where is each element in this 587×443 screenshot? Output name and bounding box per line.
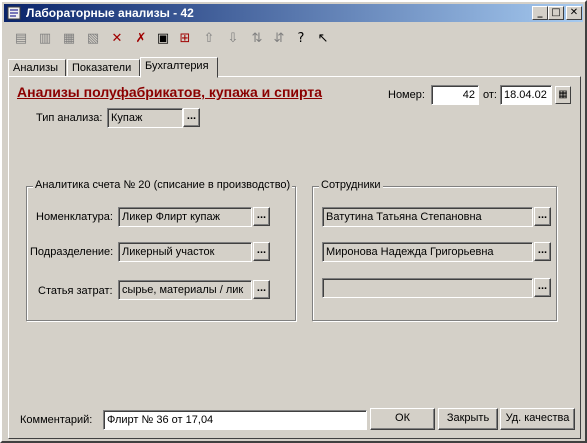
sort-desc-icon[interactable]: ⇵ [270,30,288,48]
toolbar: ▤ ▥ ▦ ▧ ✕ ✗ ▣ ⊞ ⇧ ⇩ ⇅ ⇵ ? ↖ [4,27,584,53]
division-field[interactable]: Ликерный участок [118,242,252,262]
print-doc-icon[interactable]: ▧ [84,30,102,48]
nomenclature-field[interactable]: Ликер Флирт купаж [118,207,252,227]
minimize-button[interactable]: _ [532,6,548,20]
app-icon [7,6,21,20]
employees-group-title: Сотрудники [319,179,383,191]
delete-mark-icon[interactable]: ✗ [132,30,150,48]
comment-label: Комментарий: [20,414,93,426]
employee-field-1[interactable]: Ватутина Татьяна Степановна [322,207,533,227]
cost-item-select-button[interactable]: ... [253,280,270,299]
copy-doc-icon[interactable]: ▦ [60,30,78,48]
analysis-type-label: Тип анализа: [36,112,103,124]
cost-item-field[interactable]: сырье, материалы / лик [118,280,252,300]
window-title: Лабораторные анализы - 42 [26,6,194,20]
page-title: Анализы полуфабрикатов, купажа и спирта [17,84,323,100]
number-field[interactable]: 42 [431,85,479,105]
division-label: Подразделение: [30,246,114,258]
employee-field-3[interactable] [322,278,533,298]
division-select-button[interactable]: ... [253,242,270,261]
ok-button[interactable]: ОК [370,408,435,430]
analysis-type-select-button[interactable]: ... [183,108,200,127]
employee-field-2[interactable]: Миронова Надежда Григорьевна [322,242,533,262]
tab-accounting[interactable]: Бухгалтерия [140,57,218,78]
analytics-group-title: Аналитика счета № 20 (списание в произво… [33,179,293,191]
nomenclature-select-button[interactable]: ... [253,207,270,226]
help-icon[interactable]: ? [292,30,310,48]
comment-field[interactable]: Флирт № 36 от 17,04 [103,410,367,430]
main-window: Лабораторные анализы - 42 _ □ ✕ ▤ ▥ ▦ ▧ … [0,0,587,443]
quality-certificate-button[interactable]: Уд. качества [500,408,575,430]
date-label: от: [483,89,497,101]
maximize-button[interactable]: □ [548,6,564,20]
employee-1-select-button[interactable]: ... [534,207,551,226]
number-label: Номер: [388,89,425,101]
analysis-type-field[interactable]: Купаж [107,108,183,128]
tab-indicators[interactable]: Показатели [67,59,140,77]
calendar-icon[interactable]: ▦ [555,86,571,104]
employee-2-select-button[interactable]: ... [534,242,551,261]
sort-asc-icon[interactable]: ⇅ [248,30,266,48]
close-form-button[interactable]: Закрыть [438,408,498,430]
tab-analyses[interactable]: Анализы [8,59,66,77]
new-doc-icon[interactable]: ▤ [12,30,30,48]
move-up-icon[interactable]: ⇧ [200,30,218,48]
date-field[interactable]: 18.04.02 [500,85,552,105]
nomenclature-label: Номенклатура: [36,211,113,223]
employee-3-select-button[interactable]: ... [534,278,551,297]
close-button[interactable]: ✕ [566,6,582,20]
whats-this-icon[interactable]: ↖ [314,30,332,48]
move-down-icon[interactable]: ⇩ [224,30,242,48]
cost-item-label: Статья затрат: [38,285,113,297]
post-icon[interactable]: ▣ [154,30,172,48]
edit-doc-icon[interactable]: ▥ [36,30,54,48]
delete-doc-icon[interactable]: ✕ [108,30,126,48]
title-bar[interactable]: Лабораторные анализы - 42 _ □ ✕ [4,4,583,22]
unpost-icon[interactable]: ⊞ [176,30,194,48]
